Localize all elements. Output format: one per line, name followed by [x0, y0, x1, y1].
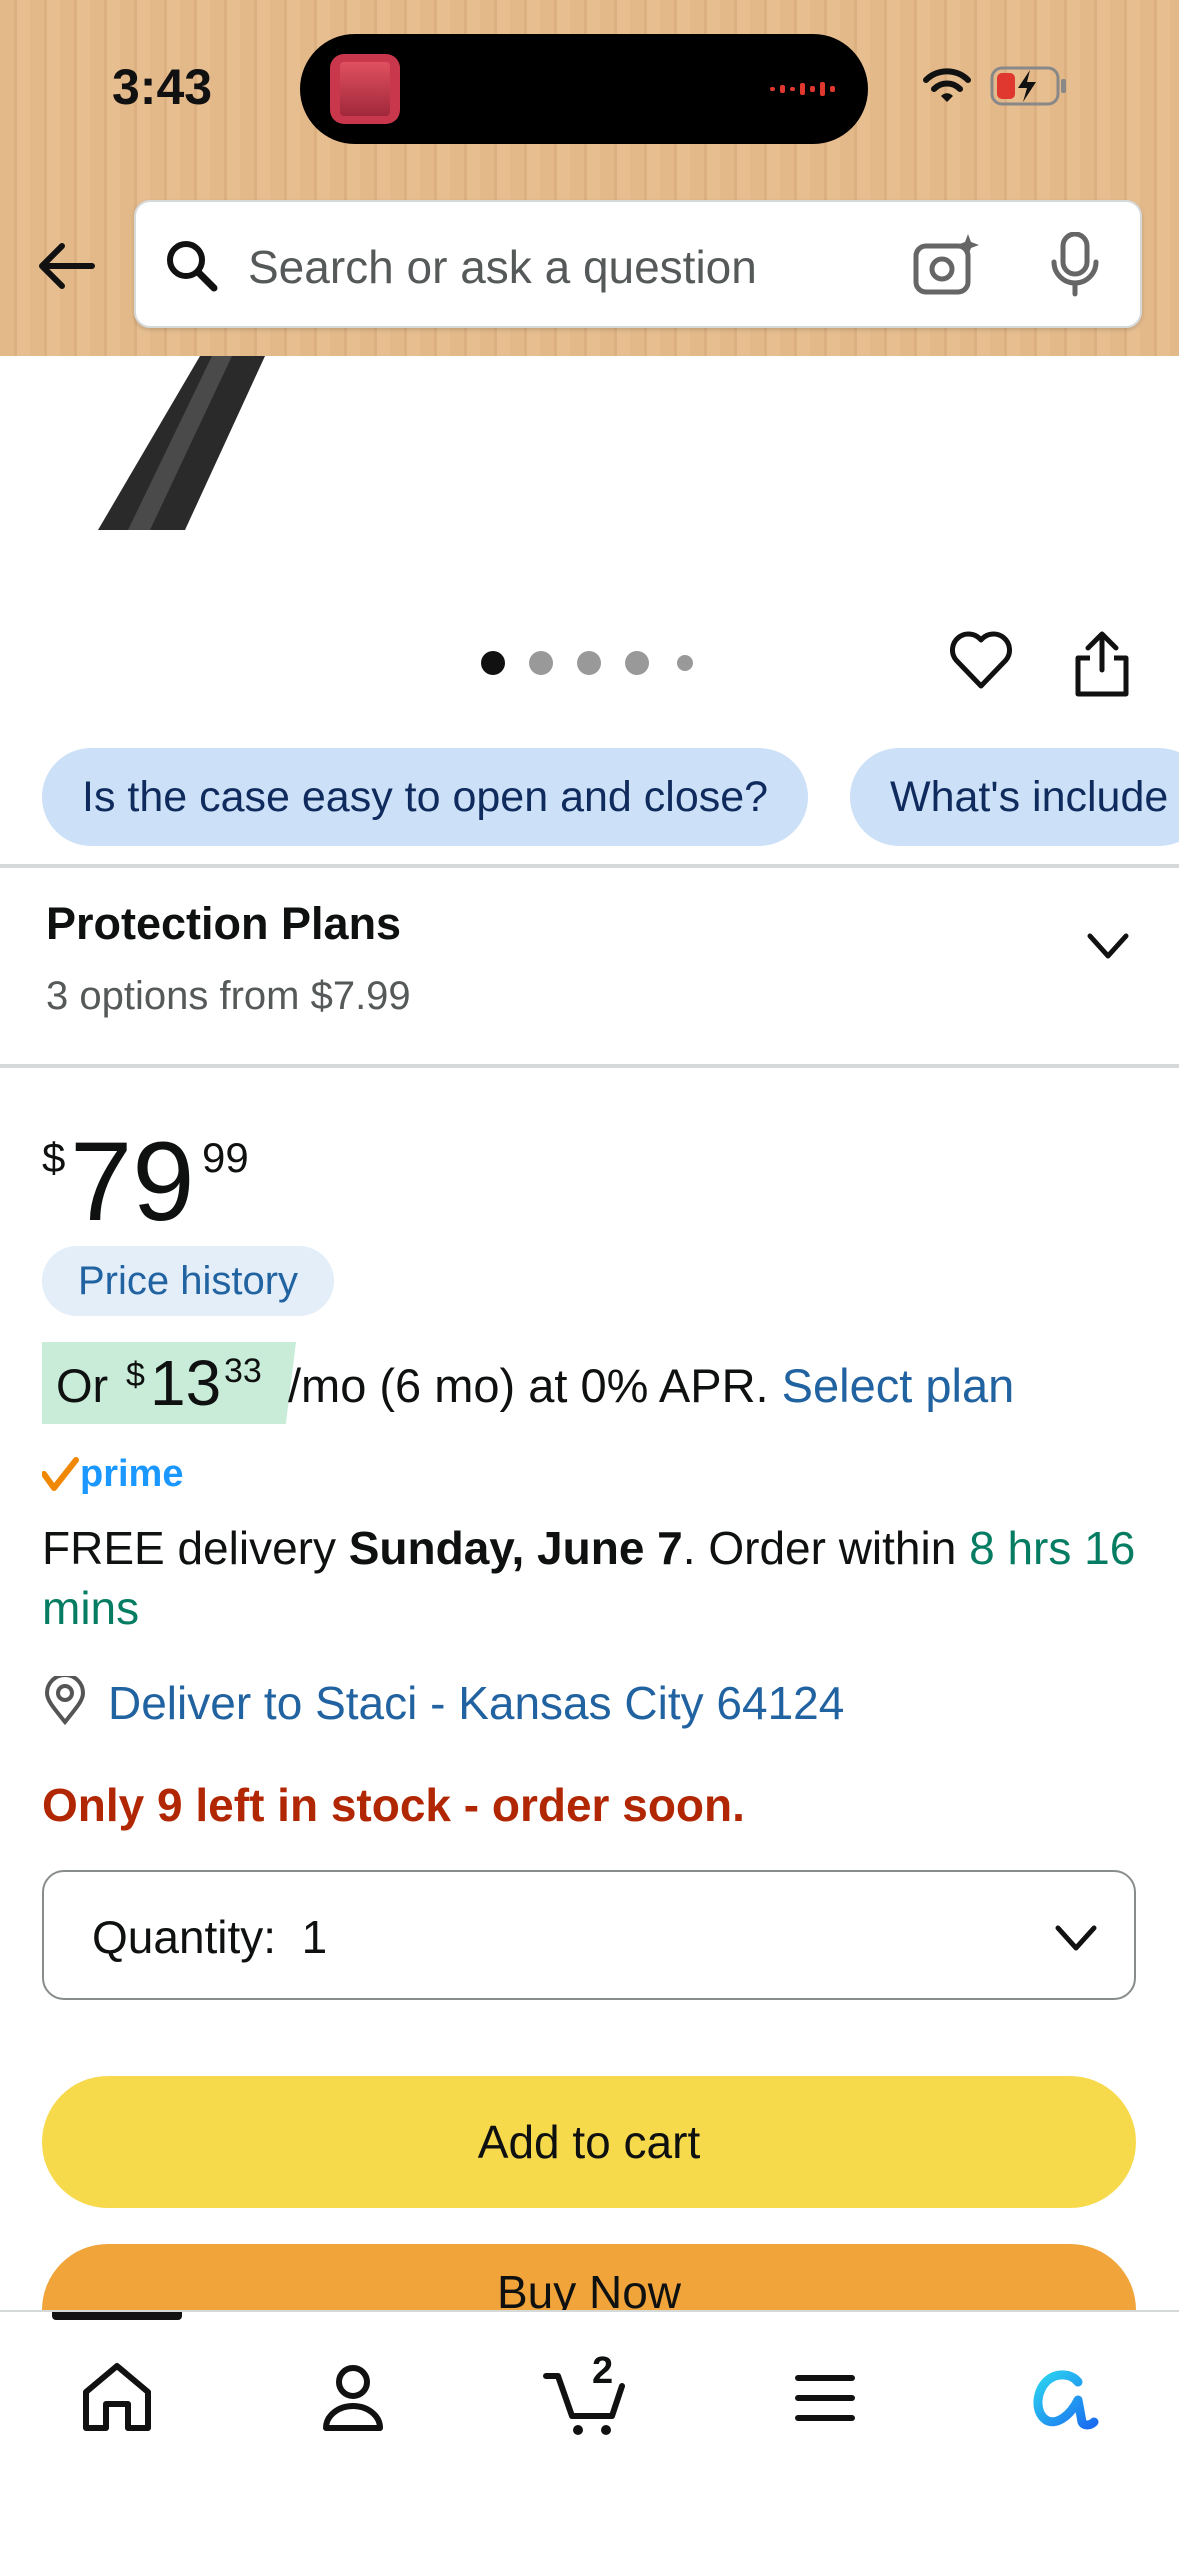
select-plan-link[interactable]: Select plan — [782, 1359, 1015, 1412]
app-header: 3:43 Search or ask a question — [0, 0, 1179, 356]
section-divider — [0, 864, 1179, 868]
cart-nav-item[interactable]: 2 — [542, 2350, 632, 2442]
quantity-label-text: Quantity: — [92, 1911, 277, 1963]
audio-waveform-icon — [770, 82, 835, 96]
wifi-icon — [923, 68, 971, 102]
wishlist-heart-icon[interactable] — [948, 630, 1014, 692]
battery-charging-icon — [990, 66, 1066, 106]
question-chip[interactable]: Is the case easy to open and close? — [42, 748, 809, 846]
section-divider — [0, 1064, 1179, 1068]
financing-offer: Or $ 13 33 /mo (6 mo) at 0% APR. Select … — [42, 1342, 1172, 1424]
financing-terms: /mo (6 mo) at 0% APR. — [288, 1359, 769, 1412]
search-placeholder: Search or ask a question — [248, 241, 757, 293]
price-whole: 79 — [70, 1119, 195, 1244]
deliver-to-link[interactable]: Deliver to Staci - Kansas City 64124 — [108, 1676, 844, 1730]
financing-currency-symbol: $ — [126, 1356, 145, 1394]
menu-icon[interactable] — [780, 2352, 870, 2442]
financing-terms-line: /mo (6 mo) at 0% APR. Select plan — [288, 1358, 1014, 1413]
chevron-down-icon — [1055, 1925, 1097, 1951]
status-time: 3:43 — [112, 59, 213, 115]
location-pin-icon — [44, 1676, 86, 1726]
financing-prefix: Or — [56, 1359, 109, 1412]
price-currency-symbol: $ — [42, 1134, 66, 1181]
microphone-icon[interactable] — [1048, 232, 1102, 298]
quantity-select[interactable]: Quantity: 1 — [42, 1870, 1136, 2000]
delivery-estimate: FREE delivery Sunday, June 7. Order with… — [42, 1518, 1152, 1638]
add-to-cart-button[interactable]: Add to cart — [42, 2076, 1136, 2208]
price-history-button[interactable]: Price history — [42, 1246, 335, 1316]
chevron-down-icon[interactable] — [1086, 928, 1130, 964]
camera-lens-icon[interactable] — [912, 232, 980, 298]
product-image[interactable] — [0, 356, 1179, 556]
protection-plans-subtitle: 3 options from $7.99 — [46, 974, 411, 1018]
back-arrow-icon[interactable] — [34, 234, 98, 298]
share-icon[interactable] — [1070, 628, 1134, 698]
now-playing-album-art — [330, 54, 400, 124]
delivery-date: Sunday, June 7 — [348, 1522, 683, 1574]
delivery-order-within: . Order within — [682, 1522, 957, 1574]
financing-monthly-whole: 13 — [150, 1347, 222, 1419]
prime-label: prime — [80, 1453, 183, 1495]
cart-icon — [543, 2373, 625, 2435]
search-input[interactable]: Search or ask a question — [134, 200, 1142, 328]
quantity-value: 1 — [301, 1911, 328, 1963]
profile-icon[interactable] — [308, 2352, 398, 2442]
stock-warning: Only 9 left in stock - order soon. — [42, 1779, 745, 1831]
cart-count-badge: 2 — [592, 2350, 614, 2392]
question-chip[interactable]: What's include — [850, 748, 1179, 846]
prime-logo-icon: prime — [42, 1453, 183, 1495]
home-icon[interactable] — [72, 2352, 162, 2442]
search-icon — [167, 241, 218, 292]
image-carousel-dots[interactable] — [480, 648, 700, 678]
bottom-nav-bar: 2 — [0, 2310, 1179, 2556]
dynamic-island[interactable] — [300, 34, 868, 144]
delivery-prefix: FREE delivery — [42, 1522, 336, 1574]
financing-monthly-fraction: 33 — [224, 1352, 262, 1390]
active-tab-indicator — [52, 2312, 182, 2320]
rufus-assistant-icon[interactable] — [1018, 2352, 1108, 2442]
protection-plans-title: Protection Plans — [46, 898, 402, 949]
price-fraction: 99 — [202, 1134, 249, 1181]
quantity-label: Quantity: 1 — [92, 1910, 327, 1964]
